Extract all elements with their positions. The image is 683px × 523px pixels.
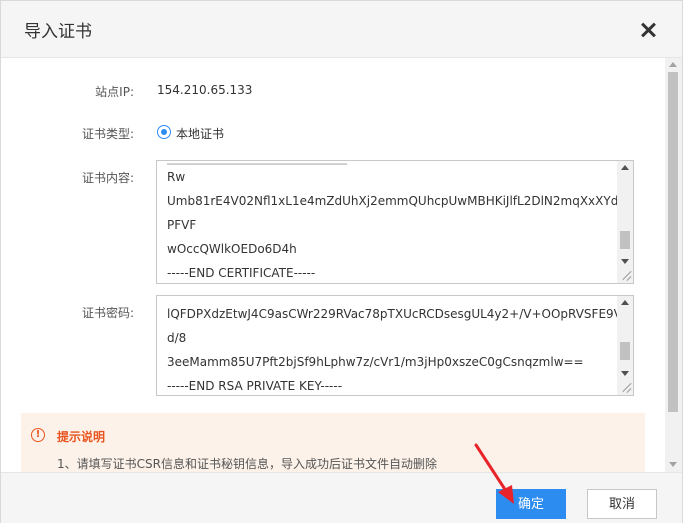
close-icon[interactable] bbox=[639, 21, 657, 39]
scroll-thumb[interactable] bbox=[668, 72, 678, 412]
cert-line: PFVF bbox=[167, 218, 197, 232]
dialog-header: 导入证书 bbox=[1, 1, 682, 58]
local-cert-option-label[interactable]: 本地证书 bbox=[176, 125, 224, 142]
dialog-footer: 确定 取消 bbox=[1, 472, 682, 523]
cert-line: Umb81rE4V02Nfl1xL1e4mZdUhXj2emmQUhcpUwMB… bbox=[167, 194, 629, 208]
confirm-button[interactable]: 确定 bbox=[496, 489, 566, 519]
scroll-up-icon[interactable] bbox=[669, 62, 677, 67]
scroll-thumb[interactable] bbox=[620, 342, 630, 360]
scroll-down-icon[interactable] bbox=[621, 259, 629, 264]
key-line: lQFDPXdzEtwJ4C9asCWr229RVac78pTXUcRCDses… bbox=[167, 307, 630, 321]
cert-content-label: 证书内容: bbox=[81, 171, 134, 185]
cert-key-scrollbar[interactable] bbox=[617, 296, 633, 395]
site-ip-value: 154.210.65.133 bbox=[157, 83, 253, 97]
scroll-up-icon[interactable] bbox=[621, 300, 629, 305]
key-line: 3eeMamm85U7Pft2bjSf9hLphw7z/cVr1/m3jHp0x… bbox=[167, 355, 584, 369]
cert-type-label: 证书类型: bbox=[81, 127, 134, 141]
dialog-body: 站点IP: 154.210.65.133 证书类型: 本地证书 证书内容: ‾‾… bbox=[1, 58, 665, 472]
resize-grip-icon[interactable] bbox=[621, 271, 631, 281]
cancel-button[interactable]: 取消 bbox=[587, 489, 657, 519]
tip-panel: ! 提示说明 1、请填写证书CSR信息和证书秘钥信息，导入成功后证书文件自动删除 bbox=[21, 413, 645, 472]
cert-content-scrollbar[interactable] bbox=[617, 161, 633, 283]
tip-title: 提示说明 bbox=[57, 430, 106, 444]
site-ip-label: 站点IP: bbox=[95, 85, 134, 99]
cert-line: wOccQWlkOEDo6D4h bbox=[167, 242, 297, 256]
scroll-up-icon[interactable] bbox=[621, 165, 629, 170]
cert-key-label: 证书密码: bbox=[81, 306, 134, 320]
tip-text: 1、请填写证书CSR信息和证书秘钥信息，导入成功后证书文件自动删除 bbox=[57, 457, 437, 471]
scroll-down-icon[interactable] bbox=[669, 462, 677, 467]
resize-grip-icon[interactable] bbox=[621, 383, 631, 393]
cert-key-textarea[interactable]: ‾‾ lQFDPXdzEtwJ4C9asCWr229RVac78pTXUcRCD… bbox=[156, 295, 634, 396]
dialog-scrollbar[interactable] bbox=[665, 58, 682, 472]
scroll-thumb[interactable] bbox=[620, 231, 630, 249]
cert-line: -----END CERTIFICATE----- bbox=[167, 266, 316, 280]
cert-content-textarea[interactable]: ‾‾‾‾‾‾‾‾‾‾‾‾‾‾‾‾‾‾‾‾‾‾‾‾‾‾‾‾‾‾ Rw Umb81r… bbox=[156, 160, 634, 284]
local-cert-radio[interactable] bbox=[157, 125, 171, 139]
key-line: -----END RSA PRIVATE KEY----- bbox=[167, 379, 343, 393]
key-line: d/8 bbox=[167, 331, 187, 345]
scroll-down-icon[interactable] bbox=[621, 371, 629, 376]
import-certificate-dialog: 导入证书 站点IP: 154.210.65.133 证书类型: 本地证书 证书内… bbox=[0, 0, 683, 523]
warning-icon: ! bbox=[31, 428, 45, 442]
cert-line: Rw bbox=[167, 170, 186, 184]
dialog-title: 导入证书 bbox=[24, 22, 92, 42]
